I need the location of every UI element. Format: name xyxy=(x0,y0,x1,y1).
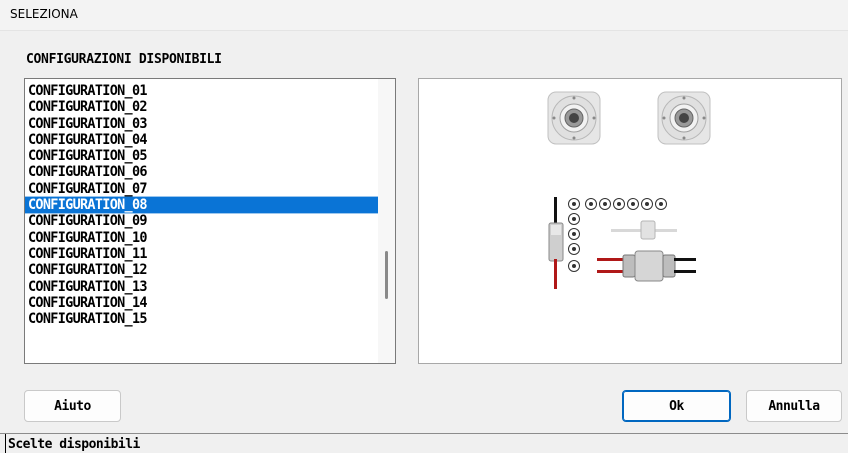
window-title: SELEZIONA xyxy=(10,7,78,21)
list-item[interactable]: CONFIGURATION_08 xyxy=(25,196,379,214)
list-item[interactable]: CONFIGURATION_03 xyxy=(25,115,379,132)
horizontal-cables-icon xyxy=(597,250,696,282)
list-item[interactable]: CONFIGURATION_01 xyxy=(25,83,379,100)
list-scrollbar[interactable] xyxy=(378,79,395,363)
title-bar: SELEZIONA xyxy=(0,0,848,31)
list-item[interactable]: CONFIGURATION_07 xyxy=(25,180,379,197)
list-item[interactable]: CONFIGURATION_12 xyxy=(25,262,379,279)
configurations-listbox[interactable]: CONFIGURATION_01 CONFIGURATION_02 CONFIGUR… xyxy=(24,78,396,364)
status-text: Scelte disponibili xyxy=(8,437,140,452)
status-bar: Scelte disponibili xyxy=(0,433,848,453)
status-divider xyxy=(5,434,6,453)
list-items: CONFIGURATION_01 CONFIGURATION_02 CONFIGUR… xyxy=(25,83,379,328)
cancel-button[interactable]: Annulla xyxy=(746,390,842,422)
scrollbar-thumb[interactable] xyxy=(385,251,388,299)
list-item[interactable]: CONFIGURATION_02 xyxy=(25,99,379,116)
group-label: CONFIGURAZIONI DISPONIBILI xyxy=(26,52,222,67)
speaker-icon xyxy=(657,91,711,145)
list-item[interactable]: CONFIGURATION_14 xyxy=(25,294,379,311)
ok-button[interactable]: Ok xyxy=(622,390,731,422)
list-item[interactable]: CONFIGURATION_06 xyxy=(25,164,379,181)
list-item[interactable]: CONFIGURATION_15 xyxy=(25,311,379,328)
vertical-cable-icon xyxy=(548,197,564,289)
list-item[interactable]: CONFIGURATION_04 xyxy=(25,131,379,148)
list-item[interactable]: CONFIGURATION_05 xyxy=(25,148,379,165)
help-button[interactable]: Aiuto xyxy=(24,390,121,422)
list-item[interactable]: CONFIGURATION_11 xyxy=(25,246,379,263)
ribbon-connector-icon xyxy=(611,220,677,240)
list-item[interactable]: CONFIGURATION_10 xyxy=(25,229,379,246)
configuration-preview xyxy=(418,78,842,364)
preview-diagram xyxy=(547,91,711,289)
speaker-icon xyxy=(547,91,601,145)
list-item[interactable]: CONFIGURATION_13 xyxy=(25,278,379,295)
list-item[interactable]: CONFIGURATION_09 xyxy=(25,213,379,230)
